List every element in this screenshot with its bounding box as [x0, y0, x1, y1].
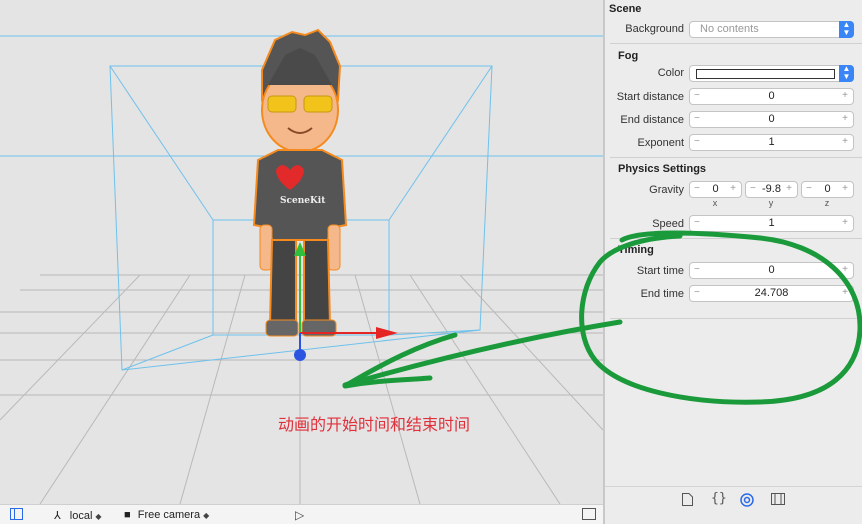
decrement-icon[interactable]: − — [694, 136, 700, 147]
exponent-stepper[interactable]: − 1 + — [689, 134, 854, 151]
section-title-physics: Physics Settings — [618, 163, 707, 175]
camera-label: Free camera — [137, 509, 201, 521]
color-swatch — [696, 69, 835, 79]
increment-icon[interactable]: + — [842, 90, 848, 101]
increment-icon[interactable]: + — [842, 183, 848, 194]
camera-selector[interactable]: ■ Free camera ◆ — [124, 509, 209, 521]
chevron-updown-icon: ◆ — [203, 511, 210, 520]
floor-grid — [0, 274, 603, 504]
chevron-updown-icon: ▲ ▼ — [839, 65, 854, 82]
chevron-updown-icon: ◆ — [95, 512, 102, 521]
play-icon[interactable]: ▷ — [295, 508, 304, 522]
end-time-value[interactable]: 24.708 — [702, 287, 841, 299]
space-label: local — [69, 510, 93, 522]
inspector-tab-bar: {} — [605, 486, 862, 515]
gravity-z-caption: z — [824, 198, 830, 208]
divider — [610, 43, 862, 44]
gravity-y-caption: y — [768, 198, 774, 208]
increment-icon[interactable]: + — [730, 183, 736, 194]
background-popup[interactable]: No contents ▲ ▼ — [689, 21, 854, 38]
increment-icon[interactable]: + — [842, 113, 848, 124]
scene-inspector: Scene Background No contents ▲ ▼ Fog Colo… — [605, 0, 862, 524]
viewport-toolbar: ⅄ local ◆ ■ Free camera ◆ ▷ — [0, 504, 603, 524]
braces-icon[interactable]: {} — [711, 491, 727, 506]
divider — [610, 238, 862, 239]
background-value: No contents — [700, 23, 759, 35]
increment-icon[interactable]: + — [842, 264, 848, 275]
end-distance-label: End distance — [620, 114, 684, 126]
annotation-text: 动画的开始时间和结束时间 — [278, 415, 471, 434]
increment-icon[interactable]: + — [786, 183, 792, 194]
start-time-label: Start time — [636, 265, 684, 277]
start-time-stepper[interactable]: − 0 + — [689, 262, 854, 279]
gravity-z-value[interactable]: 0 — [814, 183, 841, 195]
decrement-icon[interactable]: − — [694, 183, 700, 194]
end-distance-stepper[interactable]: − 0 + — [689, 111, 854, 128]
increment-icon[interactable]: + — [842, 136, 848, 147]
gravity-x-caption: x — [712, 198, 718, 208]
fullscreen-icon[interactable] — [582, 508, 596, 523]
shirt-text: SceneKit — [280, 196, 326, 206]
start-distance-value[interactable]: 0 — [702, 90, 841, 102]
decrement-icon[interactable]: − — [694, 113, 700, 124]
attributes-inspector-icon[interactable] — [740, 493, 754, 510]
gravity-x-stepper[interactable]: − 0 + — [689, 181, 742, 198]
end-distance-value[interactable]: 0 — [702, 113, 841, 125]
exponent-label: Exponent — [637, 137, 684, 149]
scene-graph-icon[interactable] — [771, 493, 785, 508]
decrement-icon[interactable]: − — [694, 90, 700, 101]
fog-color-label: Color — [657, 67, 684, 79]
sidebar-toggle-icon[interactable] — [10, 508, 23, 523]
start-distance-label: Start distance — [616, 91, 684, 103]
gravity-y-value[interactable]: -9.8 — [758, 183, 785, 195]
background-label: Background — [625, 23, 684, 35]
decrement-icon[interactable]: − — [694, 287, 700, 298]
section-title-scene: Scene — [609, 3, 642, 15]
gravity-y-stepper[interactable]: − -9.8 + — [745, 181, 798, 198]
decrement-icon[interactable]: − — [694, 217, 700, 228]
speed-value[interactable]: 1 — [702, 217, 841, 229]
file-inspector-icon[interactable] — [682, 493, 693, 509]
divider — [610, 318, 862, 319]
decrement-icon[interactable]: − — [694, 264, 700, 275]
divider — [610, 157, 862, 158]
section-title-timing: Timing — [618, 244, 654, 256]
chevron-updown-icon: ▲ ▼ — [839, 21, 854, 38]
decrement-icon[interactable]: − — [806, 183, 812, 194]
gravity-x-value[interactable]: 0 — [702, 183, 729, 195]
start-time-value[interactable]: 0 — [702, 264, 841, 276]
exponent-value[interactable]: 1 — [702, 136, 841, 148]
end-time-label: End time — [640, 288, 684, 300]
gravity-label: Gravity — [649, 184, 684, 196]
decrement-icon[interactable]: − — [750, 183, 756, 194]
space-selector[interactable]: ⅄ local ◆ — [54, 509, 102, 522]
scene-viewport[interactable]: SceneKit 动画的开始时间和结束时间 — [0, 0, 603, 504]
end-time-stepper[interactable]: − 24.708 + — [689, 285, 854, 302]
increment-icon[interactable]: + — [842, 217, 848, 228]
axis-icon: ⅄ — [54, 510, 61, 522]
gravity-z-stepper[interactable]: − 0 + — [801, 181, 854, 198]
speed-label: Speed — [652, 218, 684, 230]
section-title-fog: Fog — [618, 50, 639, 62]
speed-stepper[interactable]: − 1 + — [689, 215, 854, 232]
fog-color-well[interactable]: ▲ ▼ — [689, 65, 854, 82]
increment-icon[interactable]: + — [842, 287, 848, 298]
camera-icon: ■ — [124, 509, 131, 521]
start-distance-stepper[interactable]: − 0 + — [689, 88, 854, 105]
